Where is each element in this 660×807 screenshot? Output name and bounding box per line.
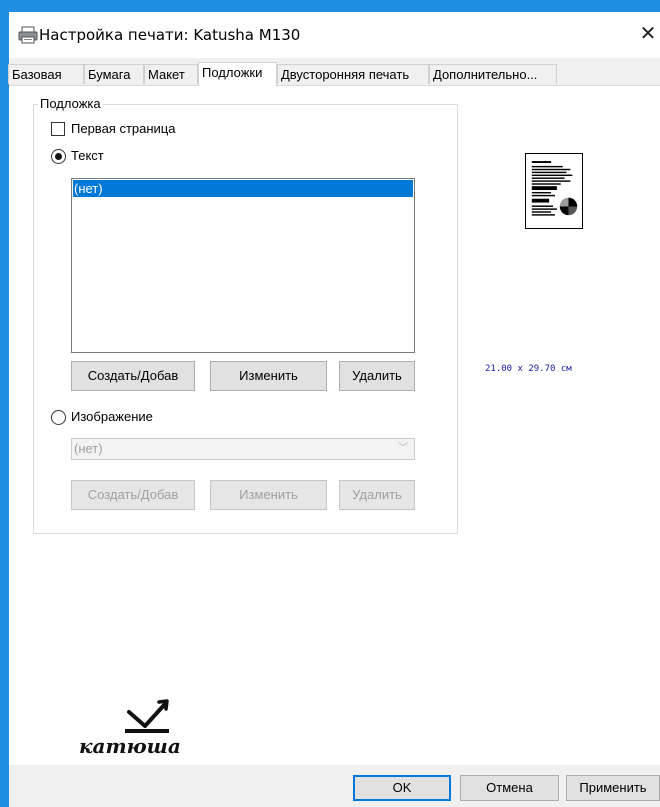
window-frame-top bbox=[0, 0, 660, 12]
page-preview-image bbox=[525, 153, 583, 229]
list-item[interactable]: (нет) bbox=[73, 180, 413, 197]
tab-advanced[interactable]: Дополнительно... bbox=[429, 64, 557, 84]
dialog-button-bar: OK Отмена Применить bbox=[9, 765, 660, 807]
cancel-button[interactable]: Отмена bbox=[460, 775, 559, 801]
tab-paper[interactable]: Бумага bbox=[84, 64, 144, 84]
title-bar: Настройка печати: Katusha M130 ✕ bbox=[9, 12, 660, 58]
print-settings-dialog: Настройка печати: Katusha M130 ✕ Базовая… bbox=[8, 12, 660, 807]
image-radio[interactable] bbox=[51, 410, 66, 425]
tab-watermarks[interactable]: Подложки bbox=[198, 62, 277, 86]
delete-text-watermark-button[interactable]: Удалить bbox=[339, 361, 415, 391]
tab-duplex[interactable]: Двусторонняя печать bbox=[277, 64, 429, 84]
katusha-logo: катюша bbox=[79, 694, 229, 764]
delete-image-watermark-button[interactable]: Удалить bbox=[339, 480, 415, 510]
text-radio[interactable] bbox=[51, 149, 66, 164]
paper-size-text: 21.00 x 29.70 см bbox=[485, 364, 572, 374]
tab-basic[interactable]: Базовая bbox=[8, 64, 84, 84]
printer-icon bbox=[18, 26, 38, 44]
logo-text: катюша bbox=[79, 734, 181, 758]
tab-panel-watermarks: Подложка Первая страница Текст (нет) Соз… bbox=[9, 85, 660, 766]
logo-mark-icon bbox=[125, 699, 169, 733]
watermark-group-legend: Подложка bbox=[38, 96, 103, 111]
chevron-down-icon: ﹀ bbox=[398, 443, 408, 454]
close-button[interactable]: ✕ bbox=[637, 22, 659, 46]
edit-text-watermark-button[interactable]: Изменить bbox=[210, 361, 327, 391]
create-text-watermark-button[interactable]: Создать/Добав bbox=[71, 361, 195, 391]
tab-layout[interactable]: Макет bbox=[144, 64, 198, 84]
first-page-checkbox[interactable] bbox=[51, 122, 65, 136]
image-watermark-select[interactable]: (нет) ﹀ bbox=[71, 438, 415, 460]
ok-button[interactable]: OK bbox=[353, 775, 451, 801]
text-radio-label: Текст bbox=[71, 148, 104, 163]
window-title: Настройка печати: Katusha M130 bbox=[39, 26, 301, 44]
image-select-value: (нет) bbox=[74, 441, 103, 456]
image-radio-label: Изображение bbox=[71, 409, 153, 424]
text-watermark-list[interactable]: (нет) bbox=[71, 178, 415, 353]
apply-button[interactable]: Применить bbox=[566, 775, 660, 801]
close-icon: ✕ bbox=[639, 23, 657, 45]
watermark-group: Подложка Первая страница Текст (нет) Соз… bbox=[33, 96, 458, 534]
first-page-label: Первая страница bbox=[71, 121, 176, 136]
create-image-watermark-button[interactable]: Создать/Добав bbox=[71, 480, 195, 510]
edit-image-watermark-button[interactable]: Изменить bbox=[210, 480, 327, 510]
window-frame-left bbox=[0, 0, 9, 807]
tab-strip: Базовая Бумага Макет Подложки Двусторонн… bbox=[8, 62, 660, 86]
